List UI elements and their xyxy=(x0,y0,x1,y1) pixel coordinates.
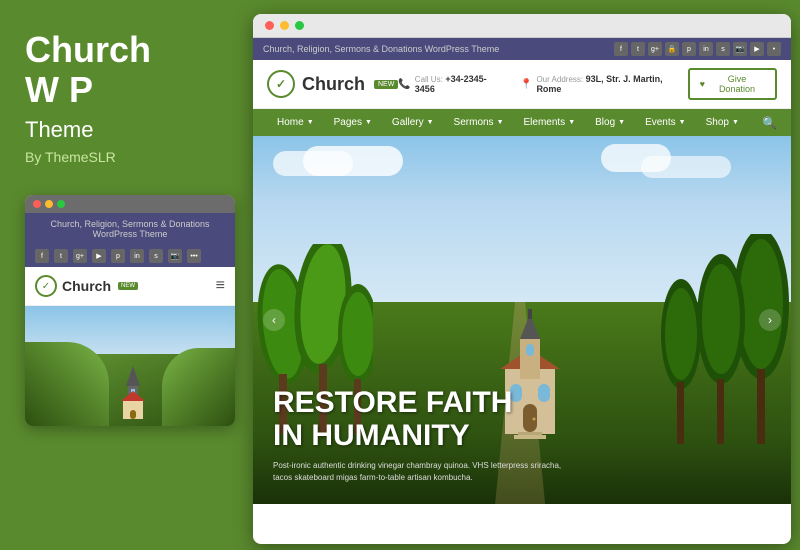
hero-title-line1: RESTORE FAITH xyxy=(273,386,771,419)
mobile-hero xyxy=(25,306,235,426)
mobile-top-bar xyxy=(25,195,235,213)
site-nav: Home ▼ Pages ▼ Gallery ▼ Sermons ▼ Eleme… xyxy=(253,109,791,136)
nav-blog-arrow: ▼ xyxy=(618,119,625,126)
yt-icon[interactable]: ▶ xyxy=(750,42,764,56)
mobile-logo: ✓ Church NEW xyxy=(35,275,138,297)
cloud-4 xyxy=(601,144,671,172)
nav-shop-arrow: ▼ xyxy=(732,119,739,126)
nav-items: Home ▼ Pages ▼ Gallery ▼ Sermons ▼ Eleme… xyxy=(267,109,749,136)
mobile-li-icon: in xyxy=(130,249,144,263)
mobile-logo-bar: ✓ Church NEW ≡ xyxy=(25,267,235,306)
nav-home[interactable]: Home ▼ xyxy=(267,109,324,136)
mobile-dot-red xyxy=(33,200,41,208)
browser-dot-red xyxy=(265,21,274,30)
logo-circle-icon: ✓ xyxy=(267,70,295,98)
mobile-logo-text: Church xyxy=(62,278,111,294)
nav-pages[interactable]: Pages ▼ xyxy=(324,109,382,136)
phone-label: Call Us: xyxy=(415,75,443,84)
theme-title: Church W P xyxy=(25,30,223,109)
more-icon[interactable]: • xyxy=(767,42,781,56)
mobile-preview: Church, Religion, Sermons & Donations Wo… xyxy=(25,195,235,426)
hero-title: RESTORE FAITH IN HUMANITY xyxy=(273,386,771,452)
mobile-logo-icon: ✓ xyxy=(35,275,57,297)
nav-gallery[interactable]: Gallery ▼ xyxy=(382,109,444,136)
mobile-ig-icon: 📷 xyxy=(168,249,182,263)
browser-window: Church, Religion, Sermons & Donations Wo… xyxy=(253,14,791,544)
hero-overlay: RESTORE FAITH IN HUMANITY Post-ironic au… xyxy=(273,386,771,484)
mobile-dot-green xyxy=(57,200,65,208)
nav-events[interactable]: Events ▼ xyxy=(635,109,696,136)
ig-icon[interactable]: 📷 xyxy=(733,42,747,56)
nav-home-arrow: ▼ xyxy=(307,119,314,126)
hero-section: ‹ › RESTORE FAITH IN HUMANITY Post-ironi… xyxy=(253,136,791,504)
search-icon[interactable]: 🔍 xyxy=(762,116,777,130)
donate-button[interactable]: ♥ Give Donation xyxy=(688,68,777,100)
mobile-utility-bar: Church, Religion, Sermons & Donations Wo… xyxy=(25,213,235,245)
mobile-hamburger-icon[interactable]: ≡ xyxy=(216,277,225,295)
utility-bar: Church, Religion, Sermons & Donations Wo… xyxy=(253,38,791,60)
sk-icon[interactable]: s xyxy=(716,42,730,56)
site-logo: ✓ Church NEW xyxy=(267,70,398,98)
heart-icon: ♥ xyxy=(700,79,705,89)
mobile-dot-yellow xyxy=(45,200,53,208)
phone-info: Call Us: +34-2345-3456 xyxy=(415,74,505,94)
nav-sermons-arrow: ▼ xyxy=(497,119,504,126)
gp-icon[interactable]: g+ xyxy=(648,42,662,56)
pin-icon[interactable]: p xyxy=(682,42,696,56)
browser-dot-green xyxy=(295,21,304,30)
header-contact: 📞 Call Us: +34-2345-3456 📍 Our Address: … xyxy=(398,74,687,94)
address-contact: 📍 Our Address: 93L, Str. J. Martin, Rome xyxy=(520,74,688,94)
nav-pages-arrow: ▼ xyxy=(365,119,372,126)
logo-text: Church xyxy=(302,74,365,95)
mobile-fb-icon: f xyxy=(35,249,49,263)
theme-subtitle: Theme xyxy=(25,117,223,143)
li-icon[interactable]: in xyxy=(699,42,713,56)
nav-elements[interactable]: Elements ▼ xyxy=(514,109,586,136)
mobile-utility-text: Church, Religion, Sermons & Donations Wo… xyxy=(50,219,209,239)
donate-label: Give Donation xyxy=(709,74,765,94)
slider-next-button[interactable]: › xyxy=(759,309,781,331)
mobile-church-svg xyxy=(118,366,148,421)
nav-shop[interactable]: Shop ▼ xyxy=(696,109,749,136)
cloud-2 xyxy=(303,146,403,176)
nav-blog[interactable]: Blog ▼ xyxy=(585,109,635,136)
left-panel: Church W P Theme By ThemeSLR Church, Rel… xyxy=(0,0,248,550)
mobile-social-bar: f t g+ ▶ p in s 📷 ••• xyxy=(25,245,235,267)
nav-events-arrow: ▼ xyxy=(679,119,686,126)
utility-bar-text: Church, Religion, Sermons & Donations Wo… xyxy=(263,44,499,54)
mobile-logo-badge: NEW xyxy=(118,282,138,290)
browser-dot-yellow xyxy=(280,21,289,30)
slider-prev-button[interactable]: ‹ xyxy=(263,309,285,331)
mobile-tree-left xyxy=(25,342,109,426)
phone-contact: 📞 Call Us: +34-2345-3456 xyxy=(398,74,505,94)
title-wp: W P xyxy=(25,69,93,110)
tw-icon[interactable]: t xyxy=(631,42,645,56)
hero-subtitle: Post-ironic authentic drinking vinegar c… xyxy=(273,460,573,484)
mobile-gp-icon: g+ xyxy=(73,249,87,263)
lock-icon[interactable]: 🔒 xyxy=(665,42,679,56)
nav-elements-arrow: ▼ xyxy=(568,119,575,126)
nav-gallery-arrow: ▼ xyxy=(427,119,434,126)
mobile-yt-icon: ▶ xyxy=(92,249,106,263)
mobile-more-icon: ••• xyxy=(187,249,201,263)
mobile-tree-right xyxy=(162,348,236,426)
logo-badge: NEW xyxy=(374,80,398,89)
fb-icon[interactable]: f xyxy=(614,42,628,56)
location-icon: 📍 xyxy=(520,79,532,90)
nav-sermons[interactable]: Sermons ▼ xyxy=(444,109,514,136)
utility-social-icons: f t g+ 🔒 p in s 📷 ▶ • xyxy=(614,42,781,56)
site-header: ✓ Church NEW 📞 Call Us: +34-2345-3456 📍 … xyxy=(253,60,791,109)
mobile-pin-icon: p xyxy=(111,249,125,263)
title-church: Church xyxy=(25,29,151,70)
mobile-hero-image xyxy=(25,306,235,426)
address-info: Our Address: 93L, Str. J. Martin, Rome xyxy=(536,74,687,94)
theme-by: By ThemeSLR xyxy=(25,149,223,165)
browser-chrome xyxy=(253,14,791,38)
mobile-sk-icon: s xyxy=(149,249,163,263)
phone-icon: 📞 xyxy=(398,79,410,90)
address-label: Our Address: xyxy=(536,75,583,84)
hero-title-line2: IN HUMANITY xyxy=(273,419,771,452)
mobile-tw-icon: t xyxy=(54,249,68,263)
